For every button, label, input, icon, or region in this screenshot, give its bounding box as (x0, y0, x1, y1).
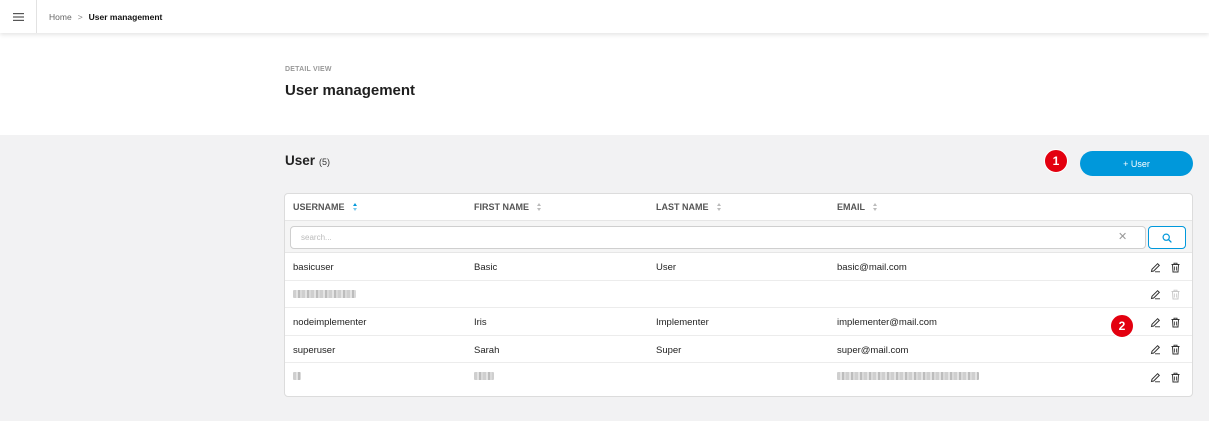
pencil-icon[interactable] (1148, 260, 1162, 274)
cell-username: nodeimplementer (293, 317, 367, 328)
detail-view-label: DETAIL VIEW (285, 66, 332, 73)
add-user-button[interactable]: + User (1080, 151, 1193, 176)
search-icon (1162, 232, 1172, 243)
column-header-label: USERNAME (293, 202, 345, 212)
breadcrumb-separator: > (77, 11, 83, 22)
row-actions (1148, 315, 1182, 329)
table-header: USERNAME FIRST NAME LAST NAME EMAIL (285, 194, 1192, 221)
row-actions (1148, 288, 1182, 302)
breadcrumb: Home > User management (37, 12, 162, 22)
pencil-icon[interactable] (1148, 288, 1162, 302)
section-title-label: User (285, 153, 316, 168)
section-title: User (5) (285, 153, 330, 168)
search-button[interactable] (1148, 226, 1186, 249)
annotation-badge-2: 2 (1110, 314, 1134, 338)
cell-username: superuser (293, 344, 336, 356)
trash-icon[interactable] (1168, 343, 1182, 357)
pencil-icon[interactable] (1148, 315, 1162, 329)
cell-username-redacted (293, 289, 356, 301)
pencil-icon[interactable] (1148, 343, 1162, 357)
cell-email: basic@mail.com (837, 262, 907, 273)
user-count: (5) (319, 157, 331, 167)
cell-email: implementer@mail.com (837, 317, 937, 328)
column-header-label: EMAIL (837, 202, 865, 212)
annotation-badge-1: 1 (1044, 149, 1068, 173)
breadcrumb-current: User management (88, 11, 163, 22)
table-row (285, 281, 1192, 308)
sort-icon (537, 203, 541, 211)
hamburger-menu-icon[interactable] (0, 0, 37, 33)
pencil-icon[interactable] (1148, 370, 1162, 384)
trash-icon[interactable] (1168, 260, 1182, 274)
trash-icon[interactable] (1168, 315, 1182, 329)
table-row: superuser Sarah Super super@mail.com (285, 336, 1192, 363)
row-actions (1148, 260, 1182, 274)
table-row: nodeimplementer Iris Implementer impleme… (285, 308, 1192, 336)
cell-last-name: Implementer (656, 317, 709, 328)
column-header-label: FIRST NAME (474, 202, 529, 212)
page-title: User management (285, 82, 416, 99)
column-header-first-name[interactable]: FIRST NAME (474, 202, 541, 212)
row-actions (1148, 343, 1182, 357)
page-header: DETAIL VIEW User management (285, 66, 415, 99)
close-icon[interactable]: ✕ (1118, 231, 1127, 243)
sort-icon (716, 203, 721, 211)
column-header-email[interactable]: EMAIL (837, 202, 877, 212)
top-bar: Home > User management (0, 0, 1209, 33)
cell-first-name-redacted (474, 372, 494, 383)
cell-last-name: Super (656, 344, 682, 356)
trash-icon[interactable] (1168, 370, 1182, 384)
breadcrumb-home[interactable]: Home (49, 12, 72, 22)
cell-email-redacted (837, 372, 979, 383)
trash-icon (1168, 288, 1182, 302)
column-header-last-name[interactable]: LAST NAME (656, 202, 721, 212)
cell-email: super@mail.com (837, 344, 909, 356)
users-table: USERNAME FIRST NAME LAST NAME EMAIL ✕ ba… (284, 193, 1193, 397)
table-row (285, 363, 1192, 391)
cell-username-redacted (293, 372, 301, 383)
cell-last-name: User (656, 262, 677, 273)
column-header-label: LAST NAME (656, 202, 709, 212)
cell-first-name: Sarah (474, 344, 500, 356)
sort-icon (352, 203, 357, 211)
row-actions (1148, 370, 1182, 384)
sort-icon (873, 203, 877, 211)
cell-first-name: Iris (474, 317, 487, 328)
table-row: basicuser Basic User basic@mail.com (285, 253, 1192, 281)
search-input[interactable] (290, 226, 1146, 249)
search-row: ✕ (285, 221, 1192, 253)
cell-username: basicuser (293, 262, 334, 273)
cell-first-name: Basic (474, 262, 498, 273)
column-header-username[interactable]: USERNAME (293, 202, 357, 212)
